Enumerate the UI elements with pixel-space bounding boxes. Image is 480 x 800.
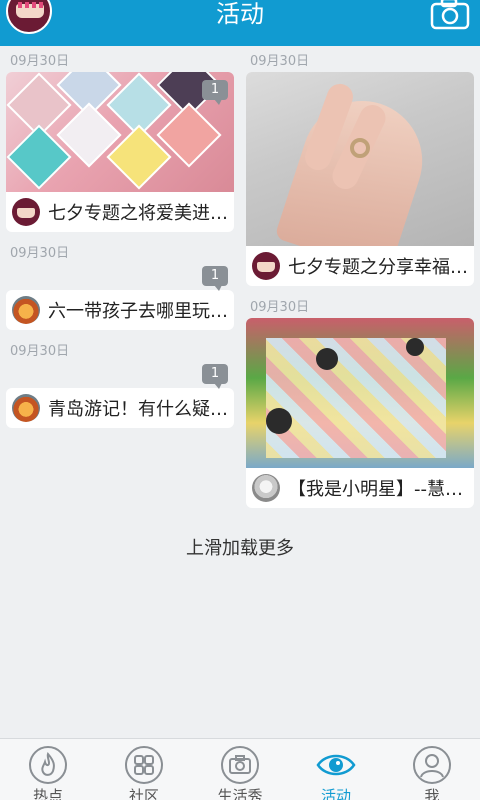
- card-footer: 【我是小明星】--慧…: [246, 468, 474, 508]
- painting-paper: [266, 338, 446, 458]
- right-feed-column: 09月30日 七夕专题之分享幸福… 09月30日 【我是小明星】--慧…: [246, 52, 474, 520]
- tab-label: 我: [424, 787, 440, 800]
- author-avatar: [12, 198, 40, 226]
- page-title: 活动: [216, 0, 264, 28]
- tab-me[interactable]: 我: [384, 739, 480, 800]
- activity-card[interactable]: 七夕专题之分享幸福…: [246, 72, 474, 286]
- tab-label: 热点: [32, 787, 63, 800]
- children-painting-image: [246, 318, 474, 468]
- comment-count-badge: 1: [202, 80, 228, 105]
- activity-card[interactable]: 1 七夕专题之将爱美进…: [6, 72, 234, 232]
- grid-icon: [125, 746, 163, 784]
- person-icon: [413, 746, 451, 784]
- eye-icon: [316, 754, 356, 776]
- card-title: 青岛游记！有什么疑…: [48, 399, 228, 420]
- card-footer: 七夕专题之分享幸福…: [246, 246, 474, 286]
- author-avatar: [12, 296, 40, 324]
- post-date: 09月30日: [250, 300, 310, 315]
- card-footer: 七夕专题之将爱美进…: [6, 192, 234, 232]
- activity-card[interactable]: 1 六一带孩子去哪里玩…: [6, 266, 234, 330]
- post-date: 09月30日: [10, 54, 70, 69]
- nail-art-image: [6, 72, 234, 192]
- left-feed-column: 09月30日 1 七夕专题之将爱美进… 09月30日 1 六一带孩子去哪里玩… …: [6, 52, 234, 440]
- comment-count-badge: 1: [202, 364, 228, 389]
- ring-shape: [350, 138, 370, 158]
- card-title: 六一带孩子去哪里玩…: [48, 301, 228, 322]
- post-date: 09月30日: [250, 54, 310, 69]
- author-avatar: [252, 252, 280, 280]
- child-figure: [266, 408, 292, 434]
- author-avatar: [12, 394, 40, 422]
- ring-image: [246, 72, 474, 246]
- child-figure: [406, 338, 424, 356]
- flame-icon: [29, 746, 67, 784]
- bottom-tab-bar: 热点 社区 生活秀 活动 我: [0, 738, 480, 800]
- camera-icon: [221, 746, 259, 784]
- activity-card[interactable]: 1 青岛游记！有什么疑…: [6, 364, 234, 428]
- author-avatar: [252, 474, 280, 502]
- tab-label: 社区: [128, 787, 159, 800]
- tab-label: 生活秀: [217, 787, 263, 800]
- tab-community[interactable]: 社区: [96, 739, 192, 800]
- card-footer: 青岛游记！有什么疑…: [6, 388, 234, 428]
- load-more-hint[interactable]: 上滑加载更多: [0, 534, 480, 560]
- card-title: 七夕专题之分享幸福…: [288, 257, 468, 278]
- tab-hot[interactable]: 热点: [0, 739, 96, 800]
- card-footer: 六一带孩子去哪里玩…: [6, 290, 234, 330]
- post-date: 09月30日: [10, 246, 70, 261]
- header-bar: 活动: [0, 0, 480, 46]
- activity-card[interactable]: 【我是小明星】--慧…: [246, 318, 474, 508]
- tab-life-show[interactable]: 生活秀: [192, 739, 288, 800]
- camera-icon[interactable]: [430, 0, 470, 30]
- post-date: 09月30日: [10, 344, 70, 359]
- tab-activity[interactable]: 活动: [288, 739, 384, 800]
- child-figure: [316, 348, 338, 370]
- tab-label: 活动: [320, 787, 351, 800]
- card-title: 七夕专题之将爱美进…: [48, 203, 228, 224]
- comment-count-badge: 1: [202, 266, 228, 291]
- card-title: 【我是小明星】--慧…: [288, 479, 463, 500]
